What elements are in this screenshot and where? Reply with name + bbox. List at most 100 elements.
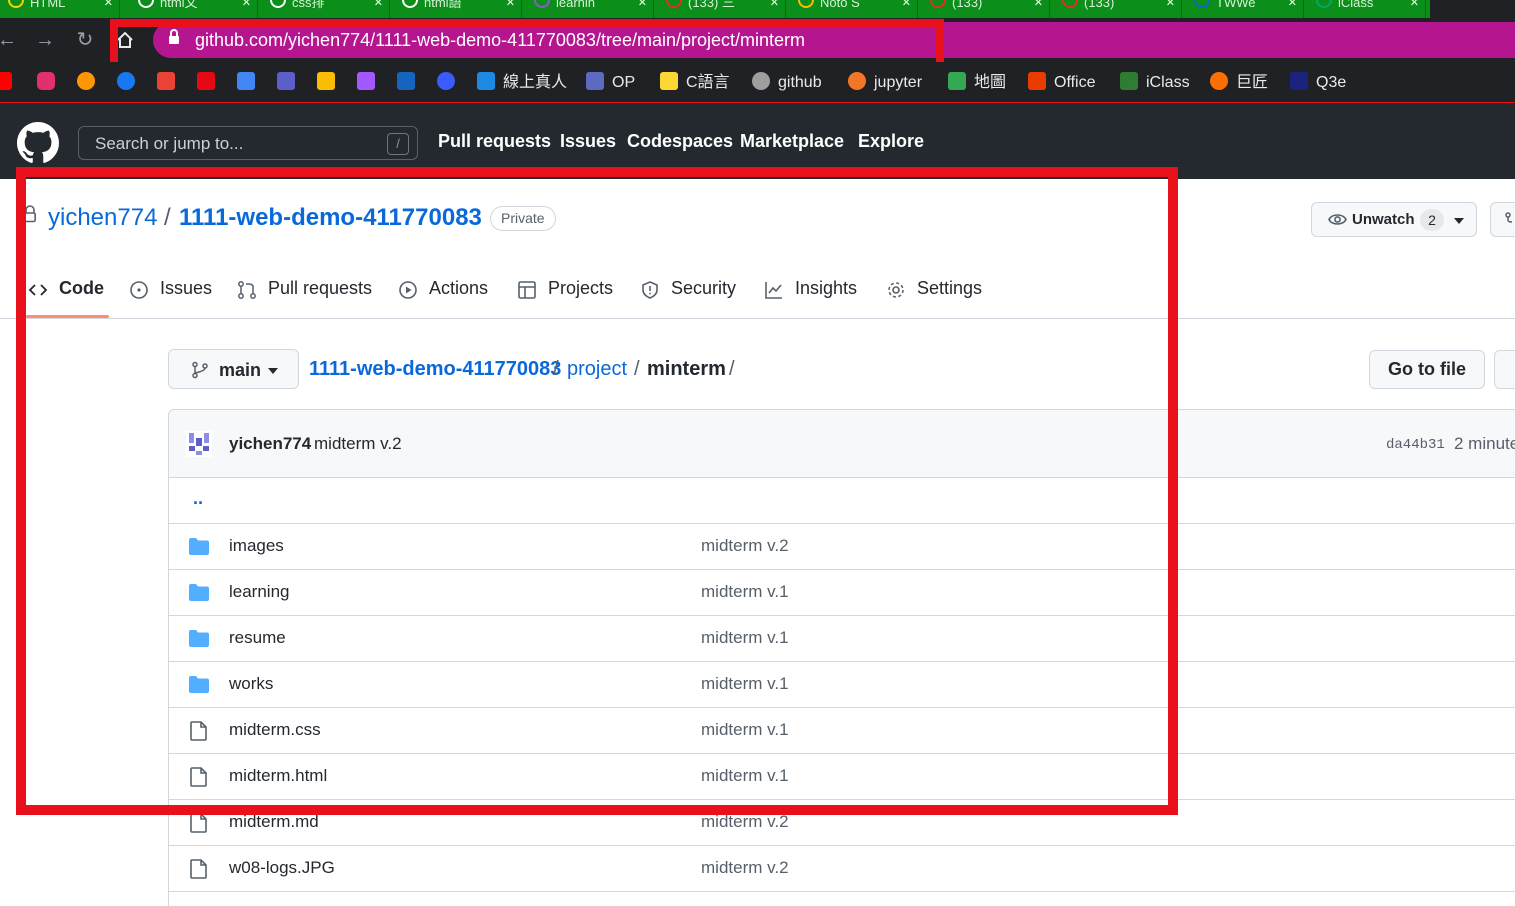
- commit-author-link[interactable]: yichen774: [229, 434, 311, 454]
- tab-close-icon[interactable]: ✕: [1166, 0, 1175, 9]
- reload-icon[interactable]: ↻: [72, 27, 98, 53]
- table-row[interactable]: images midterm v.2: [169, 524, 1515, 570]
- file-commit-message[interactable]: midterm v.1: [701, 766, 789, 786]
- repo-owner-link[interactable]: yichen774: [48, 204, 157, 232]
- tab-close-icon[interactable]: ✕: [902, 0, 911, 9]
- browser-tab[interactable]: iClass ✕: [1308, 0, 1426, 18]
- bookmark-youtube[interactable]: [0, 72, 20, 94]
- parent-directory-row[interactable]: ..: [169, 478, 1515, 524]
- bookmark-item[interactable]: github: [752, 72, 822, 94]
- table-row[interactable]: midterm.md midterm v.2: [169, 800, 1515, 846]
- browser-tab[interactable]: html語 ✕: [394, 0, 522, 18]
- commit-sha-link[interactable]: da44b31: [1386, 437, 1445, 453]
- table-row[interactable]: midterm.css midterm v.1: [169, 708, 1515, 754]
- tab-close-icon[interactable]: ✕: [104, 0, 113, 9]
- file-name-link[interactable]: learning: [229, 582, 290, 602]
- iclass-icon: [1120, 72, 1138, 90]
- table-row[interactable]: works midterm v.1: [169, 662, 1515, 708]
- browser-tab[interactable]: (133) ✕: [922, 0, 1050, 18]
- bookmark-b[interactable]: [437, 72, 463, 94]
- tab-favicon-icon: [8, 0, 24, 8]
- file-commit-message[interactable]: midterm v.1: [701, 720, 789, 740]
- file-name-link[interactable]: images: [229, 536, 284, 556]
- bookmark-instagram[interactable]: [37, 72, 63, 94]
- bookmark-docs[interactable]: [237, 72, 263, 94]
- file-name-link[interactable]: works: [229, 674, 273, 694]
- nav-issues[interactable]: Issues: [560, 131, 616, 152]
- file-commit-message[interactable]: midterm v.1: [701, 628, 789, 648]
- browser-tab[interactable]: Noto S ✕: [790, 0, 918, 18]
- search-input[interactable]: Search or jump to... /: [78, 126, 418, 160]
- file-name-link[interactable]: midterm.html: [229, 766, 327, 786]
- tab-close-icon[interactable]: ✕: [638, 0, 647, 9]
- tab-close-icon[interactable]: ✕: [1410, 0, 1419, 9]
- file-commit-message[interactable]: midterm v.2: [701, 536, 789, 556]
- nav-codespaces[interactable]: Codespaces: [627, 131, 733, 152]
- table-row[interactable]: w08-logs.JPG midterm v.2: [169, 846, 1515, 892]
- tab-close-icon[interactable]: ✕: [242, 0, 251, 9]
- branch-selector[interactable]: main: [168, 349, 299, 389]
- file-icon: [190, 813, 207, 833]
- bookmark-gmail[interactable]: [157, 72, 183, 94]
- file-name-link[interactable]: midterm.css: [229, 720, 321, 740]
- bookmark-drive[interactable]: [317, 72, 343, 94]
- github-logo-icon[interactable]: [17, 122, 59, 164]
- file-name-link[interactable]: midterm.md: [229, 812, 319, 832]
- tab-close-icon[interactable]: ✕: [770, 0, 779, 9]
- bookmark-netflix[interactable]: [197, 72, 223, 94]
- avatar[interactable]: [186, 431, 212, 457]
- tab-favicon-icon: [138, 0, 154, 8]
- bookmark-item[interactable]: iClass: [1120, 72, 1190, 94]
- bookmark-item[interactable]: OP: [586, 72, 635, 94]
- back-arrow-icon[interactable]: ←: [0, 27, 20, 53]
- browser-tab[interactable]: (133) 三 ✕: [658, 0, 786, 18]
- bookmark-item[interactable]: jupyter: [848, 72, 922, 94]
- bookmark-item[interactable]: 巨匠: [1210, 72, 1268, 94]
- bookmark-item[interactable]: C語言: [660, 72, 730, 94]
- unwatch-button[interactable]: Unwatch 2: [1311, 202, 1477, 237]
- bookmark-d[interactable]: [397, 72, 423, 94]
- bookmark-item[interactable]: 線上真人: [477, 72, 567, 94]
- file-name-link[interactable]: w08-logs.JPG: [229, 858, 335, 878]
- file-commit-message[interactable]: midterm v.1: [701, 582, 789, 602]
- commit-message-link[interactable]: midterm v.2: [314, 434, 402, 454]
- file-commit-message[interactable]: midterm v.1: [701, 674, 789, 694]
- fork-button[interactable]: [1490, 202, 1515, 237]
- breadcrumb-repo-link[interactable]: 1111-web-demo-411770083: [309, 358, 561, 381]
- browser-tab[interactable]: TWWe ✕: [1186, 0, 1304, 18]
- table-row[interactable]: learning midterm v.1: [169, 570, 1515, 616]
- bookmark-item[interactable]: Office: [1028, 72, 1096, 94]
- tab-close-icon[interactable]: ✕: [506, 0, 515, 9]
- tab-close-icon[interactable]: ✕: [1288, 0, 1297, 9]
- bookmark-chat[interactable]: [357, 72, 383, 94]
- browser-tab[interactable]: css排 ✕: [262, 0, 390, 18]
- forward-arrow-icon[interactable]: →: [32, 27, 58, 53]
- bookmark-infinity[interactable]: [77, 72, 103, 94]
- parent-directory-link[interactable]: ..: [193, 488, 203, 509]
- bookmark-facebook[interactable]: [117, 72, 143, 94]
- play-icon: [399, 281, 417, 299]
- nav-explore[interactable]: Explore: [858, 131, 924, 152]
- browser-tab[interactable]: html文 ✕: [130, 0, 258, 18]
- bookmark-teams[interactable]: [277, 72, 303, 94]
- tab-favicon-icon: [1316, 0, 1332, 8]
- maps-icon: [948, 72, 966, 90]
- table-row[interactable]: midterm.html midterm v.1: [169, 754, 1515, 800]
- file-commit-message[interactable]: midterm v.2: [701, 858, 789, 878]
- breadcrumb-folder-link[interactable]: project: [567, 358, 627, 381]
- tab-close-icon[interactable]: ✕: [374, 0, 383, 9]
- browser-tab[interactable]: (133) ✕: [1054, 0, 1182, 18]
- bookmark-item[interactable]: Q3e: [1290, 72, 1346, 94]
- go-to-file-button[interactable]: Go to file: [1369, 350, 1485, 389]
- repo-name-link[interactable]: 1111-web-demo-411770083: [179, 204, 482, 232]
- bookmark-item[interactable]: 地圖: [948, 72, 1006, 94]
- tab-close-icon[interactable]: ✕: [1034, 0, 1043, 9]
- browser-tab[interactable]: HTML ✕: [0, 0, 120, 18]
- file-name-link[interactable]: resume: [229, 628, 286, 648]
- nav-pull-requests[interactable]: Pull requests: [438, 131, 551, 152]
- browser-tab[interactable]: learnin ✕: [526, 0, 654, 18]
- file-commit-message[interactable]: midterm v.2: [701, 812, 789, 832]
- table-row[interactable]: resume midterm v.1: [169, 616, 1515, 662]
- add-file-button[interactable]: [1494, 350, 1515, 389]
- nav-marketplace[interactable]: Marketplace: [740, 131, 844, 152]
